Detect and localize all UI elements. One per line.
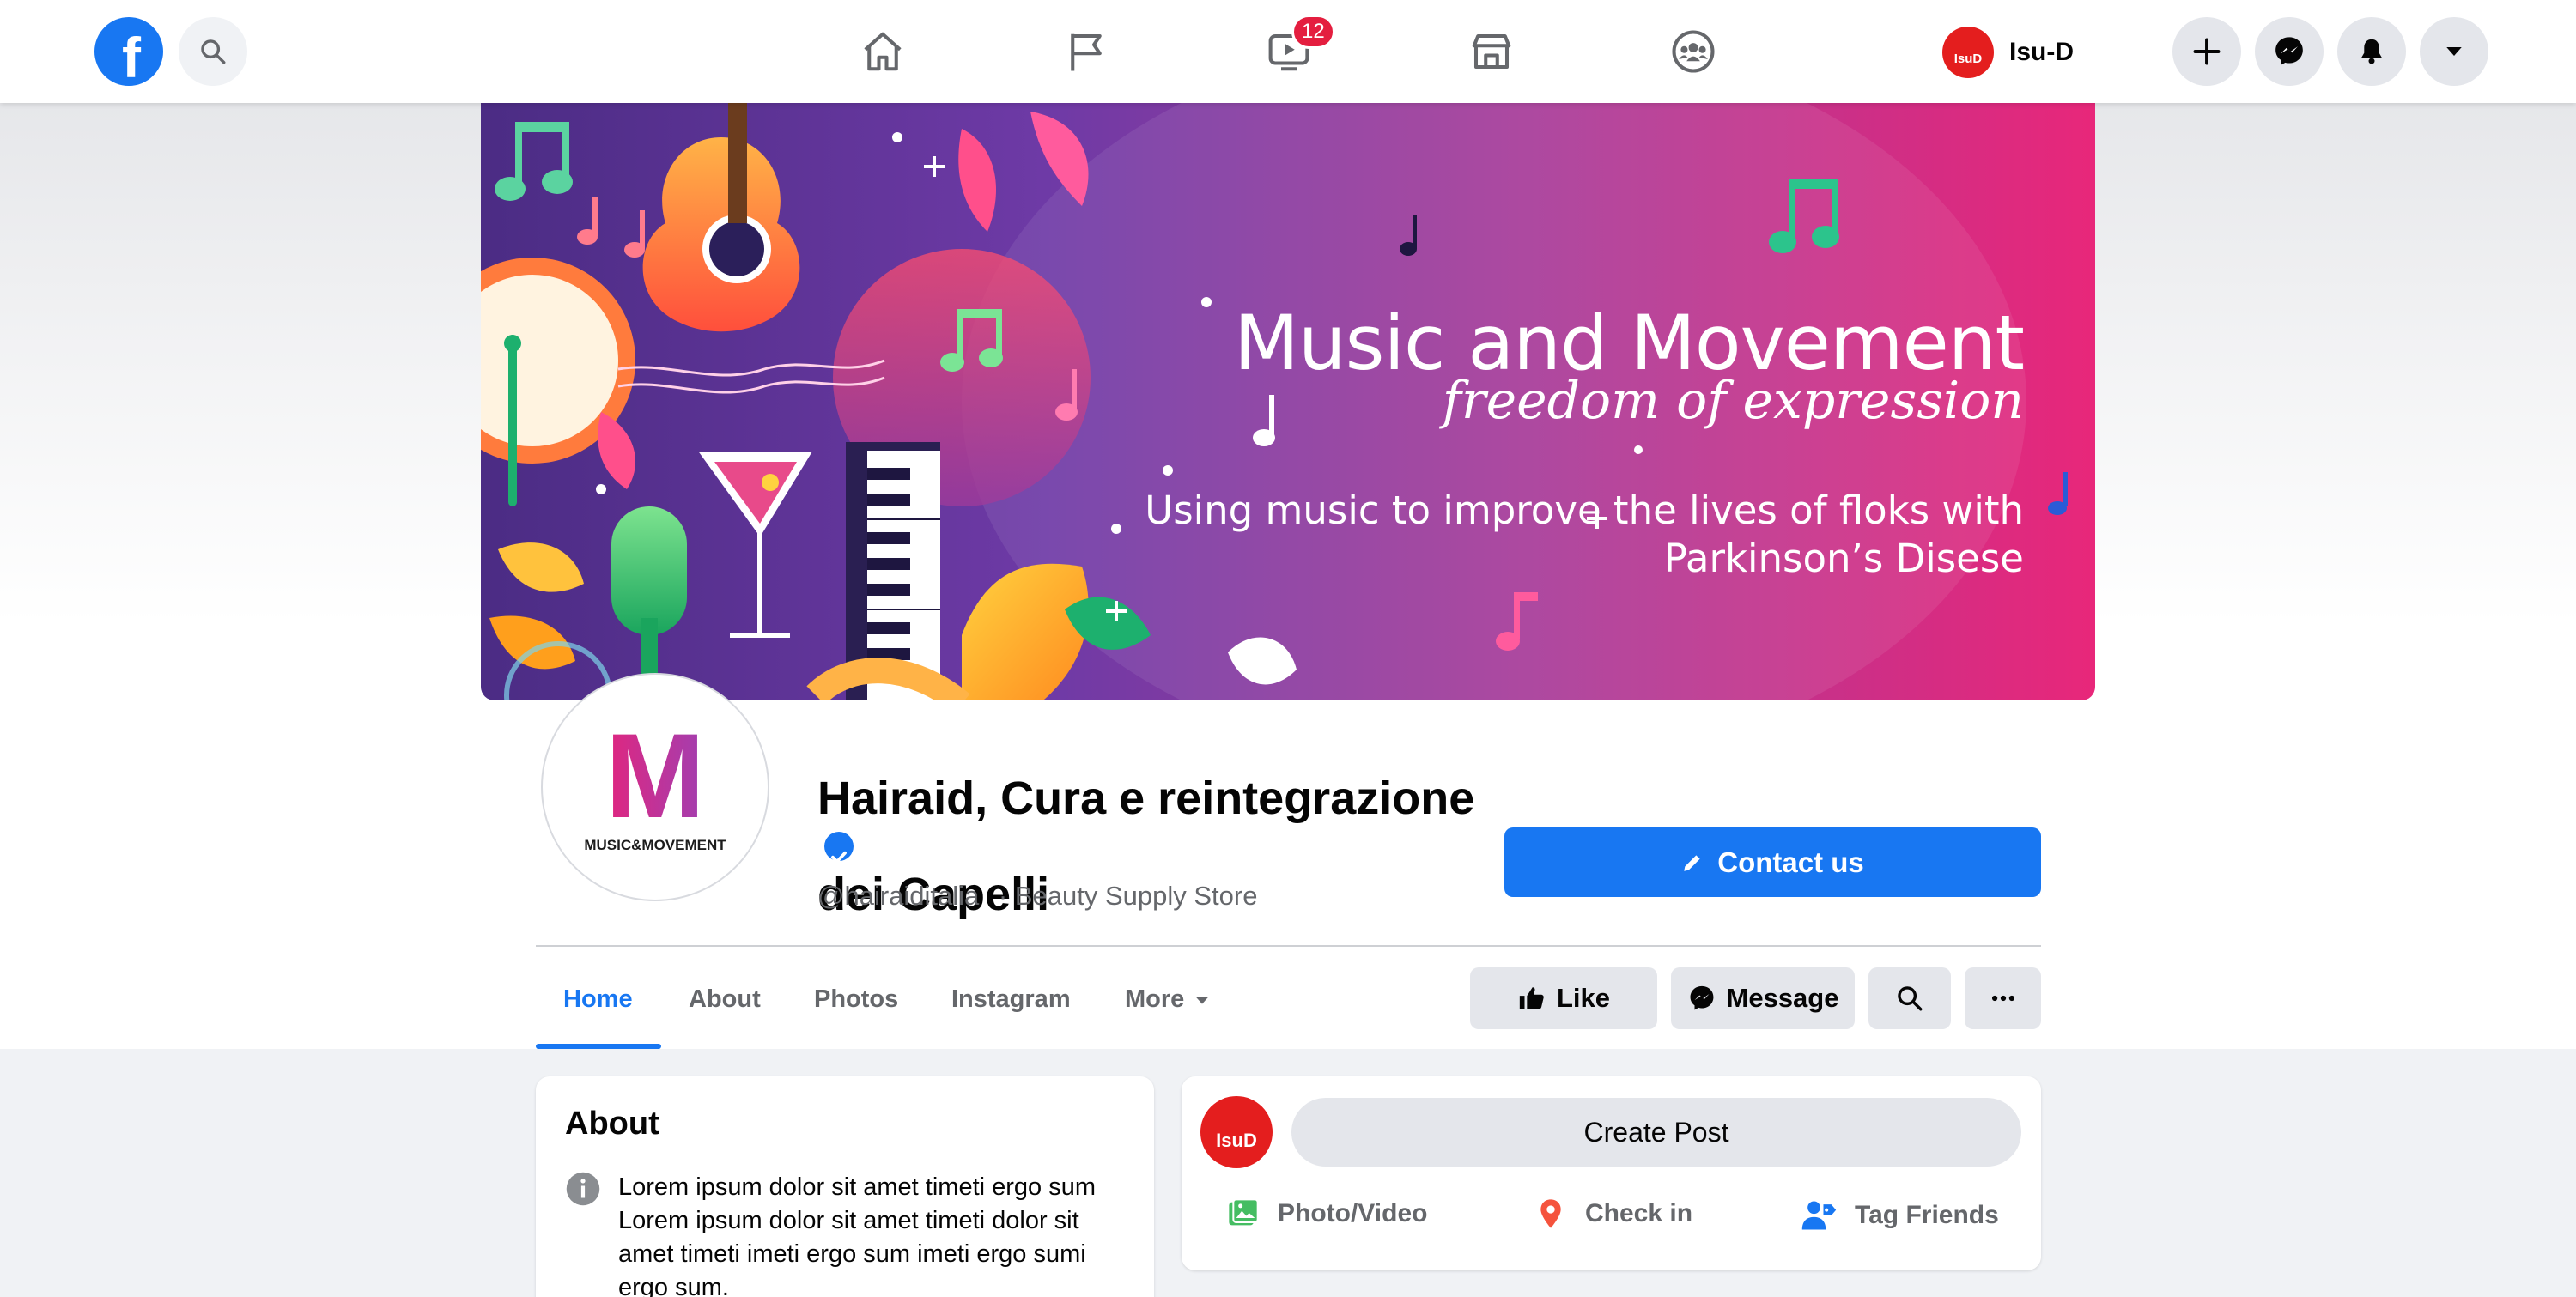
about-heading: About [565, 1106, 659, 1142]
about-description: Lorem ipsum dolor sit amet timeti ergo s… [618, 1173, 1097, 1297]
home-icon [864, 32, 902, 71]
like-label: Like [1556, 983, 1611, 1013]
message-button[interactable]: Message [1671, 967, 1855, 1029]
page-title-line1: Hairaid, Cura e reintegrazione [817, 773, 1475, 824]
photo-video-button[interactable]: Photo/Video [1226, 1197, 1427, 1231]
user-avatar: IsuD [1942, 27, 1994, 78]
facebook-logo[interactable]: f [94, 17, 163, 89]
more-dots-icon [1991, 995, 2014, 1002]
page-profile-picture[interactable]: M MUSIC&MOVEMENT [543, 675, 768, 900]
top-navigation-bar: f 12 IsuD Isu-D [0, 0, 2576, 103]
user-profile-link[interactable]: IsuD Isu-D [1942, 24, 2074, 81]
facebook-logo-letter: f [122, 26, 141, 89]
message-label: Message [1726, 983, 1839, 1013]
page-handle[interactable]: @hairaiditalia [817, 881, 979, 911]
tag-friends-button[interactable]: Tag Friends [1800, 1197, 1999, 1234]
marketplace-icon [1472, 33, 1511, 70]
tab-more[interactable]: More [1125, 985, 1212, 1014]
cover-tagline-line2: Parkinson’s Disese [1663, 536, 2024, 581]
notifications-button[interactable] [2337, 17, 2406, 86]
tag-friends-label: Tag Friends [1855, 1201, 1999, 1229]
pages-flag-icon [1071, 33, 1102, 71]
create-post-card: IsuD Create Post Photo/Video Check in Ta… [1182, 1076, 2041, 1270]
verified-badge-icon [824, 831, 854, 864]
nav-marketplace[interactable] [1461, 21, 1522, 82]
user-name: Isu-D [2009, 38, 2074, 66]
user-avatar-text: IsuD [1953, 51, 1983, 66]
info-icon [566, 1172, 600, 1206]
tag-friends-icon [1801, 1201, 1837, 1230]
messenger-button[interactable] [2255, 17, 2324, 86]
tab-about[interactable]: About [689, 985, 761, 1014]
composer-avatar[interactable]: IsuD [1200, 1096, 1273, 1168]
tab-instagram[interactable]: Instagram [951, 985, 1071, 1014]
page-search-button[interactable] [1868, 967, 1951, 1029]
like-button[interactable]: Like [1470, 967, 1657, 1029]
caret-down-icon [2446, 47, 2462, 56]
about-card: About Lorem ipsum dolor sit amet timeti … [536, 1076, 1154, 1297]
tab-more-label: More [1125, 985, 1185, 1013]
nav-pages[interactable] [1056, 21, 1116, 82]
watch-notification-badge: 12 [1291, 15, 1335, 49]
photo-video-label: Photo/Video [1278, 1199, 1428, 1227]
page-subtitle: @hairaiditalia · Beauty Supply Store [817, 881, 1257, 912]
thumbs-up-icon [1519, 987, 1544, 1009]
header-divider [536, 945, 2041, 947]
contact-us-label: Contact us [1717, 845, 1864, 878]
check-in-button[interactable]: Check in [1534, 1197, 1692, 1231]
contact-us-button[interactable]: Contact us [1504, 827, 2041, 897]
photo-icon [1229, 1198, 1259, 1226]
location-pin-icon [1540, 1199, 1561, 1228]
cover-subtitle: freedom of expression [1442, 371, 2024, 431]
search-button[interactable] [179, 17, 247, 86]
nav-home[interactable] [853, 21, 913, 82]
composer-avatar-text: IsuD [1216, 1130, 1257, 1151]
nav-groups[interactable] [1663, 21, 1723, 82]
page-logo-letter: M [605, 708, 706, 843]
caret-down-icon [1195, 996, 1209, 1004]
groups-icon [1672, 30, 1715, 73]
page-logo-caption: MUSIC&MOVEMENT [584, 837, 726, 853]
plus-icon [2193, 38, 2221, 65]
search-icon [1898, 986, 1923, 1011]
messenger-icon [2275, 37, 2303, 65]
tab-home[interactable]: Home [563, 985, 633, 1014]
more-options-button[interactable] [1965, 967, 2041, 1029]
bell-icon [2361, 39, 2382, 64]
create-post-label: Create Post [1583, 1116, 1729, 1148]
search-icon [201, 39, 226, 64]
active-tab-indicator [536, 1044, 661, 1049]
cover-tagline-line1: Using music to improve the lives of flok… [1145, 488, 2024, 533]
create-button[interactable] [2172, 17, 2241, 86]
nav-watch[interactable]: 12 [1259, 15, 1335, 82]
page-category[interactable]: · Beauty Supply Store [999, 881, 1258, 911]
account-menu-button[interactable] [2420, 17, 2488, 86]
create-post-input[interactable]: Create Post [1291, 1098, 2021, 1167]
pencil-icon [1684, 854, 1700, 871]
messenger-icon [1690, 985, 1713, 1010]
cover-photo[interactable]: Music and Movement freedom of expression… [481, 103, 2095, 700]
check-in-label: Check in [1585, 1199, 1693, 1227]
tab-photos[interactable]: Photos [814, 985, 898, 1014]
